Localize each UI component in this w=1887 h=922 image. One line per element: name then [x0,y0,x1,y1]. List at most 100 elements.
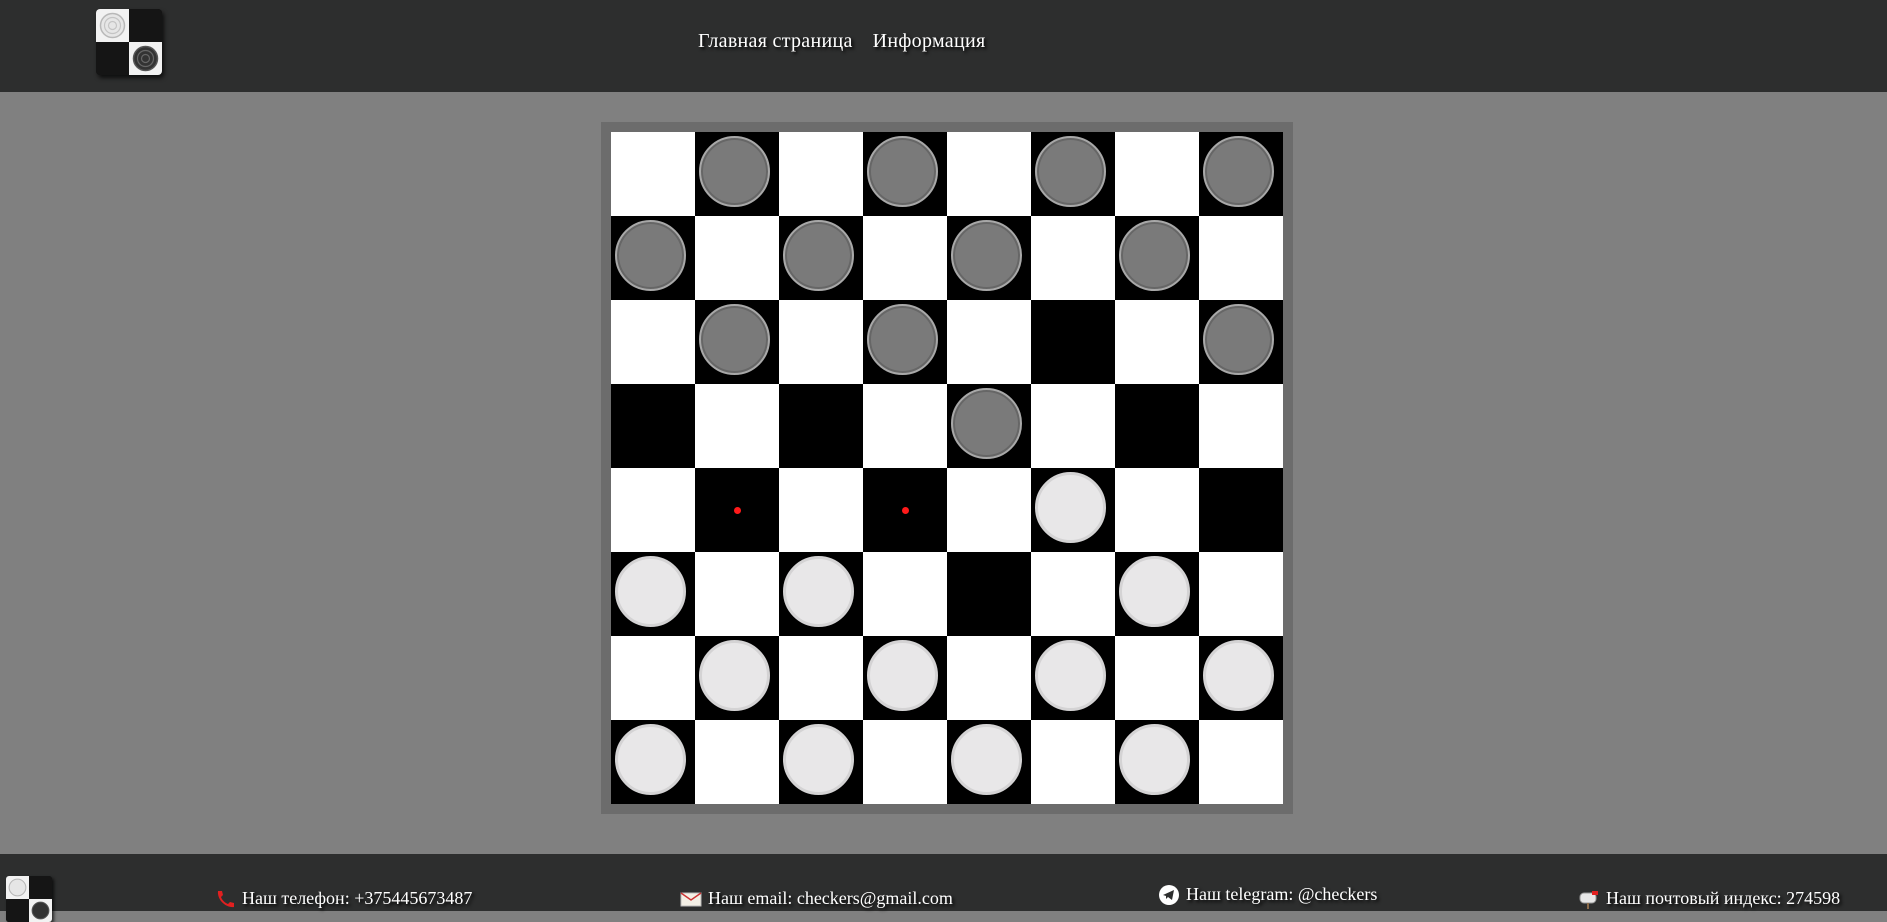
white-piece[interactable] [1203,640,1274,711]
board-square[interactable] [1115,552,1199,636]
board-square[interactable] [1199,636,1283,720]
board-square[interactable] [947,300,1031,384]
black-piece[interactable] [1119,220,1190,291]
white-piece[interactable] [1119,556,1190,627]
black-piece[interactable] [699,304,770,375]
board-square[interactable] [1115,636,1199,720]
board-square[interactable] [695,300,779,384]
board-square[interactable] [947,720,1031,804]
board-square[interactable] [695,216,779,300]
board-square[interactable] [1115,300,1199,384]
board-square[interactable] [947,468,1031,552]
black-piece[interactable] [867,304,938,375]
telegram-text[interactable]: Наш telegram: @checkers [1186,884,1377,905]
white-piece[interactable] [615,556,686,627]
postal-text[interactable]: Наш почтовый индекс: 274598 [1606,888,1840,909]
move-hint-dot[interactable] [734,507,741,514]
phone-text[interactable]: Наш телефон: +375445673487 [242,888,472,909]
white-piece[interactable] [951,724,1022,795]
board-square[interactable] [695,384,779,468]
black-piece[interactable] [699,136,770,207]
board-square[interactable] [695,468,779,552]
black-piece[interactable] [1035,136,1106,207]
white-piece[interactable] [615,724,686,795]
board-square[interactable] [779,132,863,216]
board-square[interactable] [947,384,1031,468]
black-piece[interactable] [1203,136,1274,207]
board-square[interactable] [611,216,695,300]
board-square[interactable] [695,132,779,216]
white-piece[interactable] [699,640,770,711]
board-square[interactable] [1199,300,1283,384]
board-square[interactable] [863,132,947,216]
board-square[interactable] [1115,216,1199,300]
board-square[interactable] [779,636,863,720]
board-square[interactable] [1031,720,1115,804]
board-square[interactable] [611,468,695,552]
board-square[interactable] [695,720,779,804]
black-piece[interactable] [615,220,686,291]
board-square[interactable] [1031,552,1115,636]
board-square[interactable] [863,636,947,720]
black-piece[interactable] [867,136,938,207]
black-piece[interactable] [1203,304,1274,375]
board-square[interactable] [695,636,779,720]
board-square[interactable] [947,552,1031,636]
board-square[interactable] [1199,552,1283,636]
board-square[interactable] [1199,468,1283,552]
board-square[interactable] [1199,132,1283,216]
board-square[interactable] [1115,132,1199,216]
board-square[interactable] [1031,132,1115,216]
board-square[interactable] [611,132,695,216]
board-square[interactable] [863,552,947,636]
board-square[interactable] [863,720,947,804]
board-square[interactable] [1115,384,1199,468]
board-square[interactable] [695,552,779,636]
board-square[interactable] [779,720,863,804]
board-square[interactable] [863,216,947,300]
white-piece[interactable] [1035,472,1106,543]
board-square[interactable] [1115,720,1199,804]
board-square[interactable] [947,636,1031,720]
board-square[interactable] [863,468,947,552]
board-square[interactable] [779,468,863,552]
board-square[interactable] [947,216,1031,300]
black-piece[interactable] [783,220,854,291]
board-square[interactable] [1031,216,1115,300]
board-square[interactable] [1199,720,1283,804]
board-square[interactable] [1031,384,1115,468]
checkers-logo-icon[interactable] [96,9,162,75]
board-square[interactable] [779,216,863,300]
board-square[interactable] [779,384,863,468]
white-piece[interactable] [867,640,938,711]
board-square[interactable] [611,300,695,384]
board-square[interactable] [863,384,947,468]
white-piece[interactable] [1119,724,1190,795]
board-square[interactable] [947,132,1031,216]
board-square[interactable] [1031,636,1115,720]
board-square[interactable] [779,552,863,636]
black-piece[interactable] [951,388,1022,459]
nav-home-link[interactable]: Главная страница [698,30,853,53]
board-square[interactable] [611,636,695,720]
white-piece[interactable] [783,556,854,627]
board-frame [601,122,1293,814]
board-square[interactable] [611,720,695,804]
board-square[interactable] [1031,300,1115,384]
board-square[interactable] [611,552,695,636]
email-text[interactable]: Наш email: checkers@gmail.com [708,888,953,909]
board-square[interactable] [1031,468,1115,552]
white-piece[interactable] [1035,640,1106,711]
nav-info-link[interactable]: Информация [873,30,986,53]
board-square[interactable] [1199,384,1283,468]
white-piece[interactable] [783,724,854,795]
black-piece[interactable] [951,220,1022,291]
board-square[interactable] [863,300,947,384]
board-square[interactable] [1199,216,1283,300]
move-hint-dot[interactable] [902,507,909,514]
board-square[interactable] [779,300,863,384]
board-square[interactable] [1115,468,1199,552]
board-square[interactable] [611,384,695,468]
envelope-icon [680,889,702,909]
footer: Наш телефон: +375445673487 Наш email: ch… [0,854,1887,922]
